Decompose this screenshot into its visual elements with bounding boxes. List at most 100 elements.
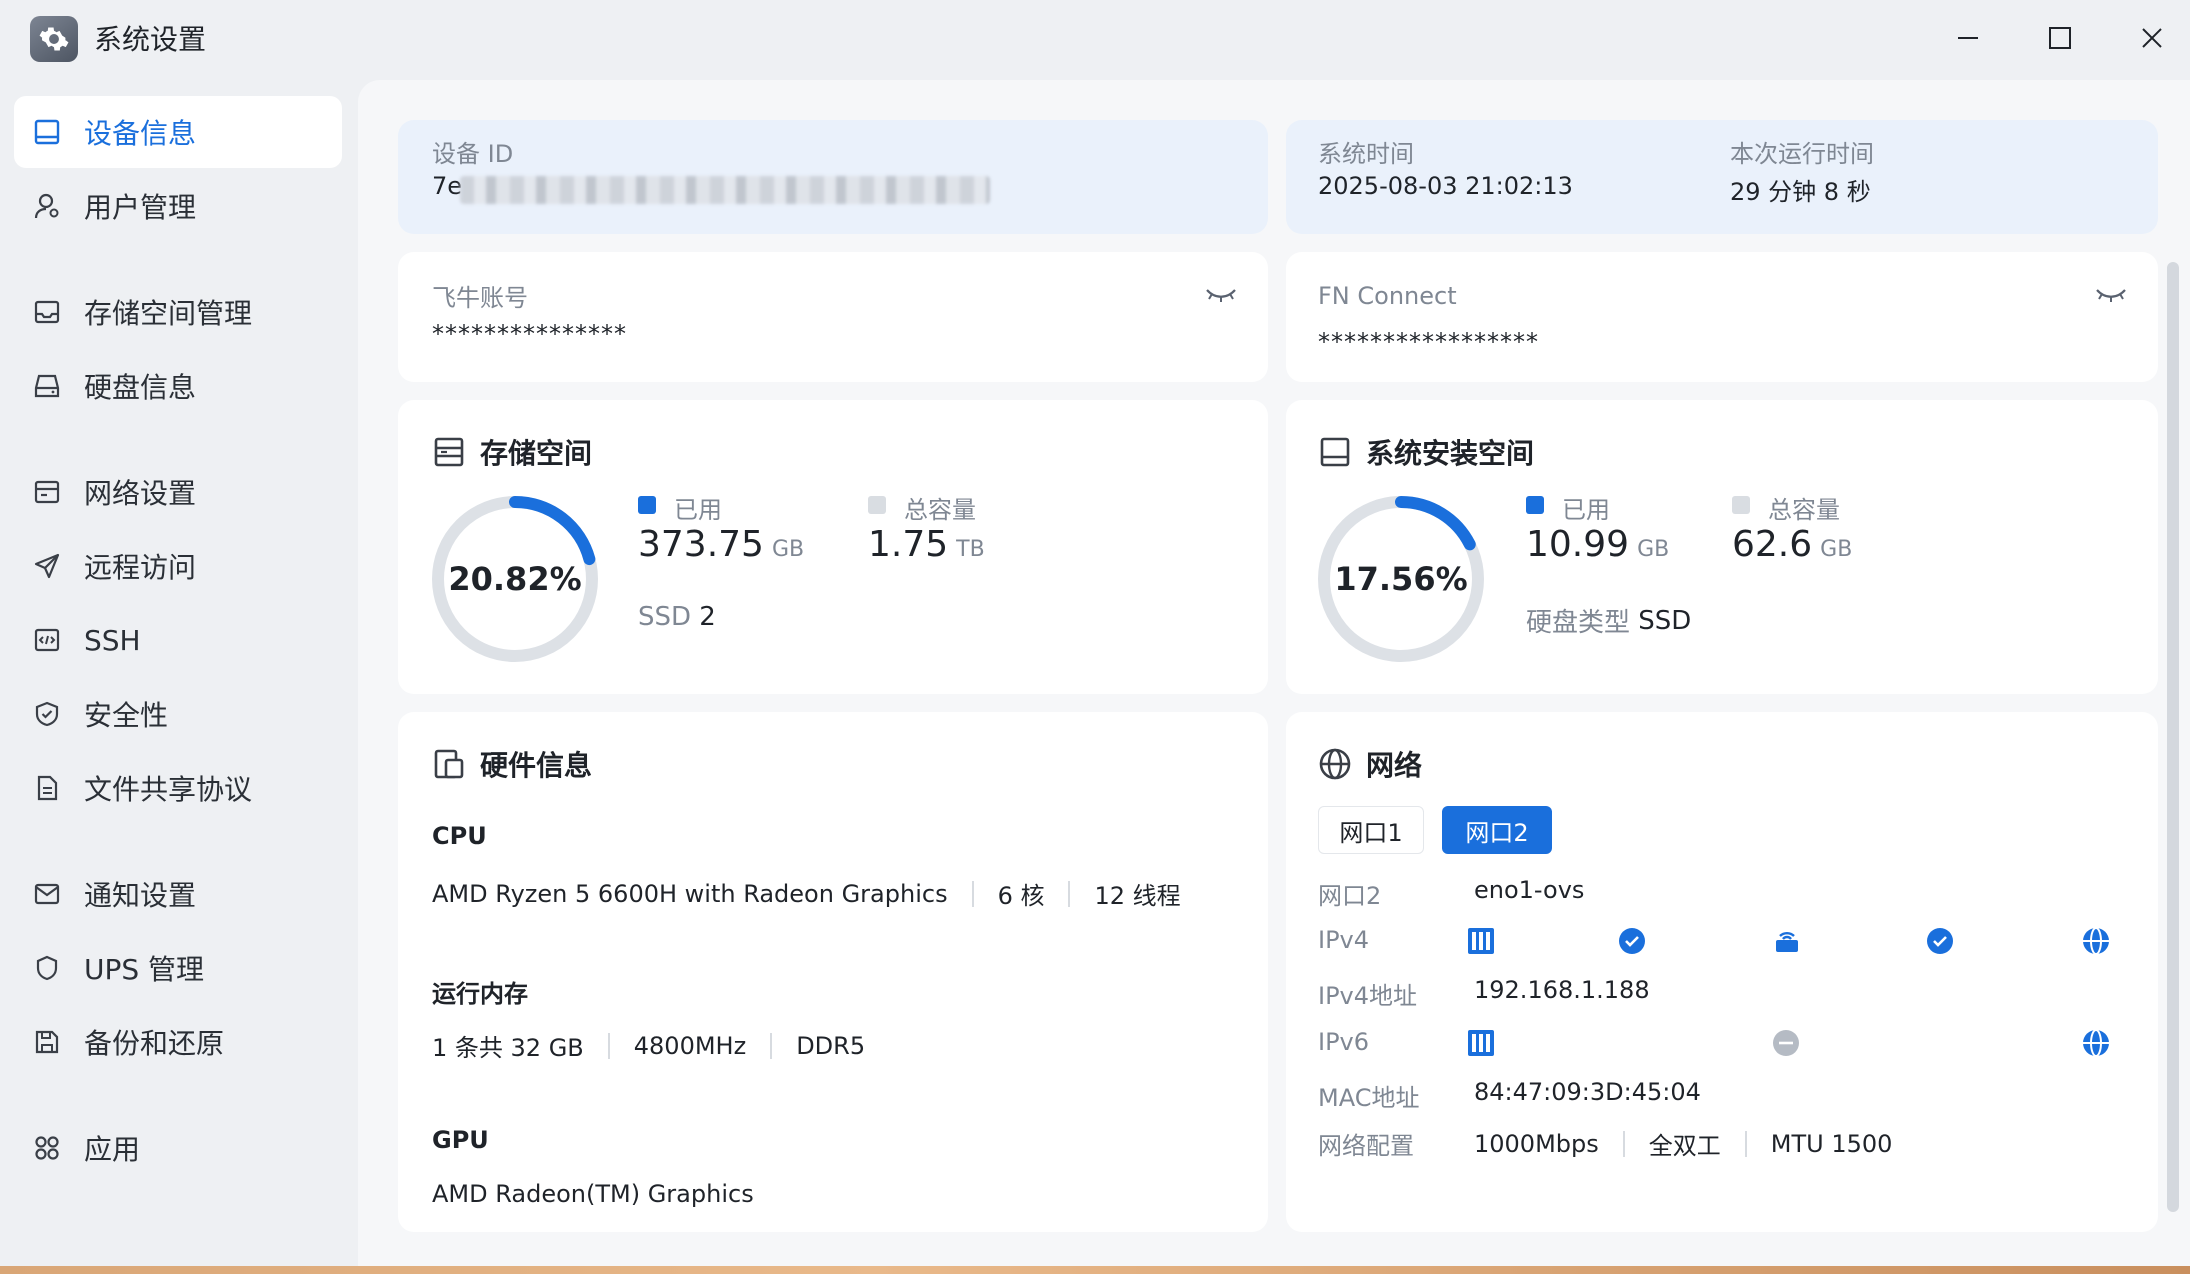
- port-value: eno1-ovs: [1474, 876, 1585, 904]
- hardware-title: 硬件信息: [432, 744, 592, 784]
- sidebar-item-notifications[interactable]: 通知设置: [14, 858, 342, 930]
- feiniu-account-card: 飞牛账号 ***************: [398, 252, 1268, 382]
- apps-icon: [32, 1133, 62, 1163]
- check-icon: [1619, 928, 1645, 954]
- tab-port-1[interactable]: 网口1: [1318, 806, 1424, 854]
- ram-details: 1 条共 32 GB 4800MHz DDR5: [432, 1028, 865, 1063]
- sidebar-item-label: 设备信息: [84, 117, 197, 150]
- cpu-details: AMD Ryzen 5 6600H with Radeon Graphics 6…: [432, 876, 1181, 911]
- device-id-card: 设备 ID 7e: [398, 120, 1268, 234]
- system-space-title-text: 系统安装空间: [1366, 437, 1535, 470]
- sidebar-item-label: 硬盘信息: [84, 371, 197, 404]
- port-label: 网口2: [1318, 882, 1382, 910]
- uptime-value: 29 分钟 8 秒: [1730, 178, 1871, 206]
- sidebar-item-ups[interactable]: UPS 管理: [14, 932, 342, 1004]
- system-time-value: 2025-08-03 21:02:13: [1318, 172, 1573, 200]
- ram-size: 1 条共 32 GB: [432, 1034, 584, 1062]
- storage-card: 存储空间 20.82% 已用 373.75 GB 总容量 1.75 TB SSD 2: [398, 400, 1268, 694]
- sidebar-item-ssh[interactable]: SSH: [14, 604, 342, 676]
- mail-icon: [32, 879, 62, 909]
- ipv4-status-path: [1468, 927, 2109, 955]
- feiniu-account-label: 飞牛账号: [432, 284, 528, 312]
- storage-ssd-count: SSD 2: [638, 602, 716, 632]
- mac-label: MAC地址: [1318, 1084, 1420, 1112]
- device-info-icon: [32, 117, 62, 147]
- sidebar: 设备信息 用户管理 存储空间管理 硬盘信息 网络设置 远程访问 SSH 安全性 …: [0, 78, 358, 1274]
- sidebar-item-storage-management[interactable]: 存储空间管理: [14, 276, 342, 348]
- network-settings-icon: [32, 477, 62, 507]
- storage-title: 存储空间: [432, 432, 592, 472]
- sidebar-item-device-info[interactable]: 设备信息: [14, 96, 342, 168]
- settings-gear-icon: [30, 16, 78, 62]
- sidebar-item-user-management[interactable]: 用户管理: [14, 170, 342, 242]
- total-legend-label: 总容量: [904, 496, 976, 524]
- eye-closed-icon[interactable]: [2094, 284, 2128, 310]
- network-config-label: 网络配置: [1318, 1132, 1414, 1160]
- hardware-icon: [432, 747, 466, 781]
- cpu-model: AMD Ryzen 5 6600H with Radeon Graphics: [432, 879, 948, 908]
- system-space-total-value: 62.6 GB: [1732, 524, 1853, 565]
- sidebar-item-security[interactable]: 安全性: [14, 678, 342, 750]
- scrollbar[interactable]: [2167, 262, 2179, 1212]
- disconnected-icon: [1773, 1030, 1799, 1056]
- device-id-value: 7e: [432, 172, 463, 200]
- sidebar-item-label: 文件共享协议: [84, 773, 253, 806]
- minimize-button[interactable]: [1946, 18, 1990, 58]
- sidebar-item-backup[interactable]: 备份和还原: [14, 1006, 342, 1078]
- system-space-percent: 17.56%: [1334, 560, 1468, 598]
- feiniu-account-value: ***************: [432, 320, 627, 348]
- ipv6-label: IPv6: [1318, 1028, 1370, 1056]
- storage-pool-icon: [432, 435, 466, 469]
- network-card: 网络 网口1 网口2 网口2 eno1-ovs IPv4 IPv4地址 192.…: [1286, 712, 2158, 1232]
- total-legend-swatch: [1732, 496, 1750, 514]
- used-legend-swatch: [638, 496, 656, 514]
- gpu-label: GPU: [432, 1126, 489, 1154]
- used-legend-label: 已用: [1562, 496, 1610, 524]
- ram-label: 运行内存: [432, 980, 528, 1008]
- cpu-threads: 12 线程: [1094, 882, 1181, 910]
- sidebar-item-disk-info[interactable]: 硬盘信息: [14, 350, 342, 422]
- eye-closed-icon[interactable]: [1204, 284, 1238, 310]
- device-id-redaction: [460, 176, 990, 204]
- system-space-title: 系统安装空间: [1318, 432, 1534, 472]
- cpu-label: CPU: [432, 822, 487, 850]
- close-button[interactable]: [2130, 18, 2174, 58]
- nas-device-icon: [1468, 928, 1494, 954]
- sidebar-item-label: UPS 管理: [84, 953, 205, 986]
- ssh-icon: [32, 625, 62, 655]
- sidebar-item-file-share[interactable]: 文件共享协议: [14, 752, 342, 824]
- hardware-title-text: 硬件信息: [480, 749, 593, 782]
- ipv4-address-value: 192.168.1.188: [1474, 976, 1650, 1004]
- network-title: 网络: [1318, 744, 1422, 784]
- internet-globe-icon: [2083, 1029, 2109, 1057]
- system-space-card: 系统安装空间 17.56% 已用 10.99 GB 总容量 62.6 GB 硬盘类型…: [1286, 400, 2158, 694]
- tab-port-2[interactable]: 网口2: [1442, 806, 1552, 854]
- total-legend-label: 总容量: [1768, 496, 1840, 524]
- total-legend-swatch: [868, 496, 886, 514]
- link-speed: 1000Mbps: [1474, 1129, 1599, 1158]
- network-title-text: 网络: [1366, 749, 1423, 782]
- drive-icon: [1318, 435, 1352, 469]
- mac-value: 84:47:09:3D:45:04: [1474, 1078, 1701, 1106]
- uptime-label: 本次运行时间: [1730, 140, 1874, 168]
- sidebar-item-network-settings[interactable]: 网络设置: [14, 456, 342, 528]
- sidebar-item-label: SSH: [84, 623, 141, 657]
- sidebar-item-label: 用户管理: [84, 191, 197, 224]
- internet-globe-icon: [2083, 927, 2109, 955]
- system-time-label: 系统时间: [1318, 140, 1414, 168]
- fn-connect-label: FN Connect: [1318, 282, 1457, 310]
- backup-icon: [32, 1027, 62, 1057]
- sidebar-item-remote-access[interactable]: 远程访问: [14, 530, 342, 602]
- disk-type: 硬盘类型 SSD: [1526, 605, 1692, 639]
- desktop-wallpaper-edge: [0, 1266, 2190, 1274]
- sidebar-item-apps[interactable]: 应用: [14, 1112, 342, 1184]
- storage-icon: [32, 297, 62, 327]
- duplex-mode: 全双工: [1648, 1132, 1721, 1160]
- system-space-used-value: 10.99 GB: [1526, 524, 1670, 565]
- used-legend-swatch: [1526, 496, 1544, 514]
- ram-frequency: 4800MHz: [633, 1031, 747, 1060]
- minimize-icon: [1958, 37, 1978, 39]
- hardware-card: 硬件信息 CPU AMD Ryzen 5 6600H with Radeon G…: [398, 712, 1268, 1232]
- maximize-button[interactable]: [2038, 18, 2082, 58]
- close-icon: [2142, 28, 2162, 48]
